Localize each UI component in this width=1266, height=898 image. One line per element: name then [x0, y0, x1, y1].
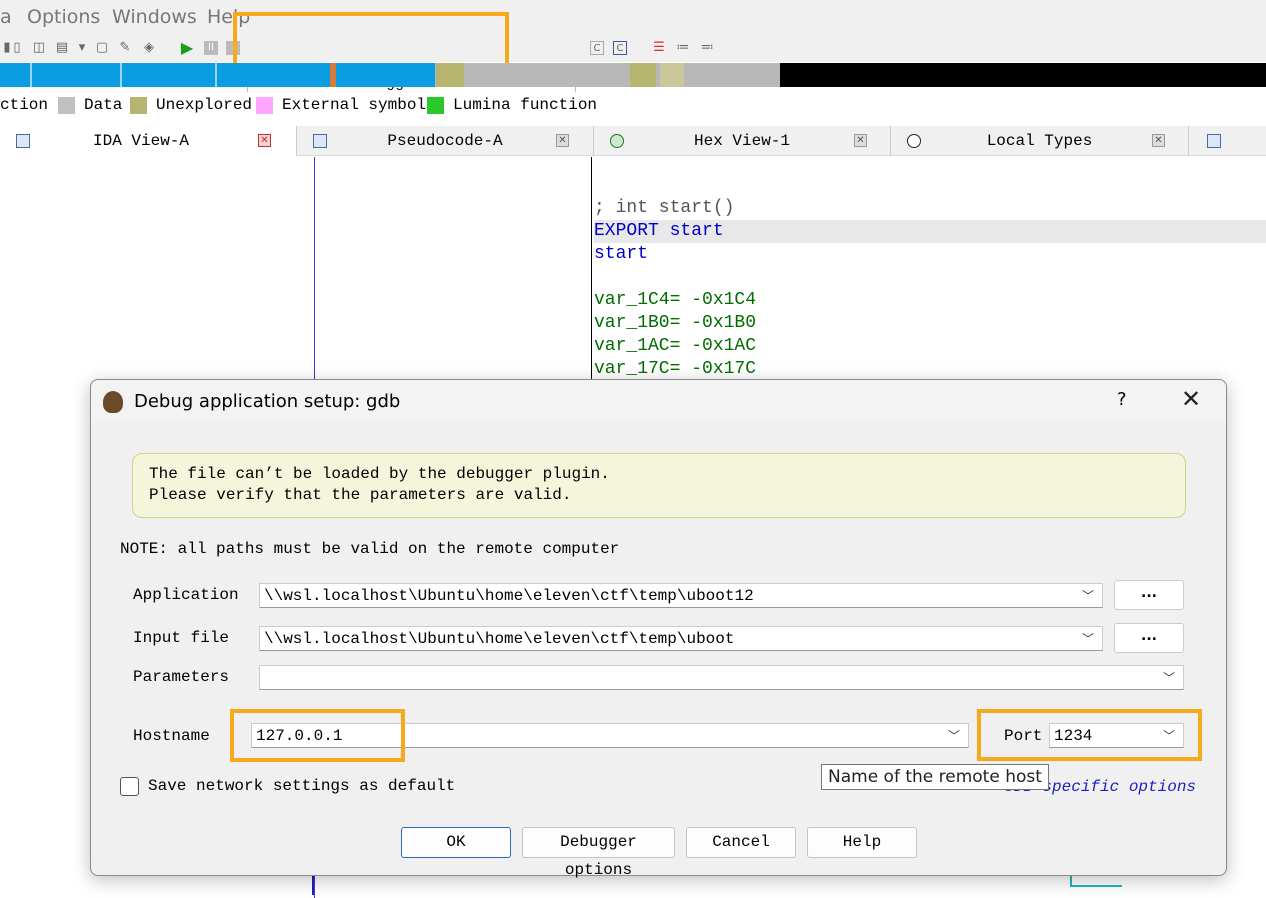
close-icon[interactable]: ✕: [1181, 385, 1201, 413]
tab-hex-view-1[interactable]: Hex View-1 ✕: [594, 126, 891, 156]
close-icon[interactable]: ✕: [556, 134, 569, 147]
hostname-highlight-box: [230, 709, 405, 762]
menu-bar: a Options Windows Help: [0, 0, 1266, 36]
tab-local-types[interactable]: Local Types ✕: [891, 126, 1189, 156]
nav-band-cursor: [330, 63, 336, 87]
browse-application-button[interactable]: ...: [1114, 580, 1184, 610]
close-icon[interactable]: ✕: [258, 134, 271, 147]
warning-line: Please verify that the parameters are va…: [149, 486, 572, 504]
debug-setup-dialog: Debug application setup: gdb ? ✕ The fil…: [90, 379, 1227, 879]
disasm-line: var_1AC= -0x1AC: [594, 336, 757, 356]
trace-icon[interactable]: ◫: [32, 41, 46, 55]
disasm-line: ; int start(): [594, 198, 735, 218]
menu-item-windows[interactable]: Windows: [112, 6, 197, 28]
pause-icon[interactable]: II: [204, 41, 218, 55]
disasm-line: [594, 266, 1266, 289]
view-tabs: IDA View-A ✕ Pseudocode-A ✕ Hex View-1 ✕…: [0, 126, 1266, 156]
nav-band-unexplored: [630, 63, 656, 87]
nav-band-unexplored: [436, 63, 464, 87]
parameters-field[interactable]: ﹀: [259, 665, 1184, 690]
menu-item-ida[interactable]: a: [0, 6, 12, 28]
switch-debugger-icon[interactable]: C: [590, 41, 604, 55]
legend: ction Data Unexplored External symbol Lu…: [0, 92, 1266, 120]
dialog-titlebar[interactable]: Debug application setup: gdb ? ✕: [91, 380, 1226, 422]
chevron-down-icon: ﹀: [1081, 589, 1094, 603]
disasm-line-selected: EXPORT start: [594, 220, 1266, 243]
warning-line: The file can’t be loaded by the debugger…: [149, 465, 610, 483]
legend-label-lumina: Lumina function: [453, 96, 598, 114]
browse-input-file-button[interactable]: ...: [1114, 623, 1184, 653]
legend-swatch-lumina: [427, 97, 444, 114]
menu-item-options[interactable]: Options: [27, 6, 100, 28]
chevron-down-icon: ﹀: [1162, 671, 1175, 685]
disasm-line: start: [594, 244, 649, 264]
structures-icon: [1207, 134, 1221, 148]
step-into-icon[interactable]: ≔: [676, 41, 690, 55]
chevron-down-icon: ﹀: [947, 729, 960, 743]
dropdown-arrow-icon[interactable]: ▾: [75, 41, 89, 55]
save-default-checkbox[interactable]: [120, 777, 139, 796]
disassembly-listing[interactable]: ; int start() EXPORT start start var_1C4…: [594, 197, 1266, 381]
warning-box: The file can’t be loaded by the debugger…: [132, 453, 1186, 518]
legend-swatch-external: [256, 97, 273, 114]
help-icon[interactable]: ?: [1117, 389, 1127, 410]
tab-more[interactable]: [1189, 126, 1266, 156]
disasm-line: var_1B0= -0x1B0: [594, 313, 757, 333]
graph-arrow-icon: [1070, 875, 1122, 887]
dialog-title: Debug application setup: gdb: [134, 391, 401, 412]
application-label: Application: [133, 586, 239, 604]
nav-band-functions: [0, 63, 435, 87]
chevron-down-icon: ﹀: [1081, 632, 1094, 646]
legend-swatch-data: [58, 97, 75, 114]
help-button[interactable]: Help: [807, 827, 917, 858]
legend-swatch-unexplored: [130, 97, 147, 114]
graph-arrow-icon: [312, 875, 317, 895]
nav-band-mark: [30, 63, 32, 87]
cancel-button[interactable]: Cancel: [686, 827, 796, 858]
save-default-label: Save network settings as default: [148, 777, 456, 795]
toolbar: ▮ ▯ ◫ ▤ ▾ ▢ ✎ ◈ ▶ II Remote GDB debugger…: [0, 36, 1266, 94]
ok-button[interactable]: OK: [401, 827, 511, 858]
nav-band-mark: [120, 63, 122, 87]
tab-pseudocode-a[interactable]: Pseudocode-A ✕: [297, 126, 594, 156]
legend-label-unexplored: Unexplored: [156, 96, 253, 114]
attach-icon[interactable]: C: [613, 41, 627, 55]
diamond-icon[interactable]: ◈: [142, 41, 156, 55]
legend-label-data: Data: [84, 96, 123, 114]
close-icon[interactable]: ✕: [854, 134, 867, 147]
port-highlight-box: [977, 709, 1202, 761]
disasm-line: var_1C4= -0x1C4: [594, 290, 757, 310]
breakpoint-icon[interactable]: ▯: [10, 41, 24, 55]
input-file-label: Input file: [133, 629, 230, 647]
legend-label-function: ction: [0, 96, 49, 114]
parameters-label: Parameters: [133, 668, 230, 686]
paths-note: NOTE: all paths must be valid on the rem…: [120, 540, 620, 558]
navigation-band[interactable]: [0, 63, 1266, 87]
input-file-field[interactable]: \\wsl.localhost\Ubuntu\home\eleven\ctf\t…: [259, 626, 1103, 651]
debugger-options-button[interactable]: Debugger options: [522, 827, 675, 879]
panel-separator: [591, 157, 592, 387]
breakpoint-list-icon[interactable]: ☰: [652, 41, 666, 55]
nav-band-unexplored: [660, 63, 684, 87]
application-field[interactable]: \\wsl.localhost\Ubuntu\home\eleven\ctf\t…: [259, 583, 1103, 608]
hostname-tooltip: Name of the remote host: [821, 764, 1049, 790]
step-over-icon[interactable]: ≕: [700, 41, 714, 55]
tab-ida-view-a[interactable]: IDA View-A ✕: [0, 126, 297, 156]
hostname-label: Hostname: [133, 727, 210, 745]
run-icon[interactable]: ▶: [180, 40, 194, 56]
legend-label-external: External symbol: [282, 96, 427, 114]
ida-logo-icon: [103, 391, 123, 413]
nav-band-data: [435, 63, 780, 87]
nav-band-mark: [215, 63, 217, 87]
disasm-line: var_17C= -0x17C: [594, 359, 757, 379]
close-icon[interactable]: ✕: [1152, 134, 1165, 147]
edit-icon[interactable]: ✎: [118, 41, 132, 55]
trace-options-icon[interactable]: ▤: [55, 41, 69, 55]
window-icon[interactable]: ▢: [95, 41, 109, 55]
